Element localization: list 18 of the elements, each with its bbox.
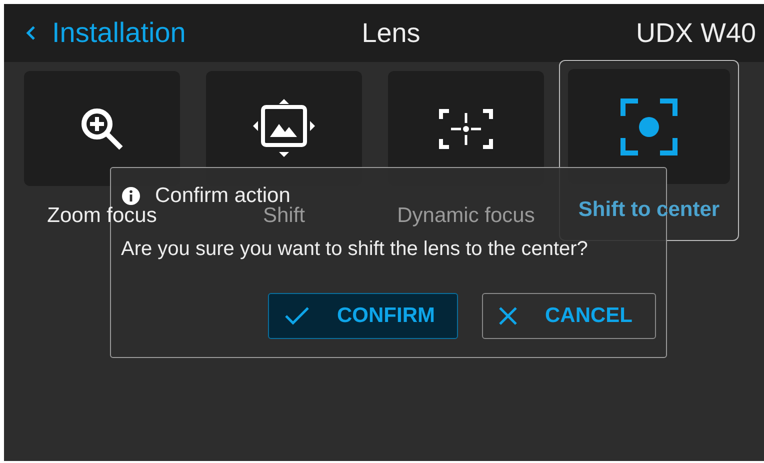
confirm-button[interactable]: CONFIRM [268,293,458,339]
tile-button[interactable] [568,69,730,184]
dialog-message: Are you sure you want to shift the lens to the center? [121,238,589,261]
tile-label: Shift [262,204,306,228]
device-name: UDX W40 [634,18,756,48]
chevron-left-icon [26,25,36,41]
tile-label: Dynamic focus [397,204,535,228]
center-focus-icon [620,98,678,156]
close-icon [499,307,517,325]
focus-frame-icon [439,106,493,150]
dialog-title: Confirm action [155,184,290,207]
cancel-button[interactable]: CANCEL [482,293,656,339]
page-title: Lens [362,18,420,48]
info-icon [121,186,141,206]
back-link[interactable]: Installation [26,17,256,49]
check-icon [285,307,309,325]
tile-button[interactable] [24,71,180,186]
picture-arrows-icon [253,98,315,158]
